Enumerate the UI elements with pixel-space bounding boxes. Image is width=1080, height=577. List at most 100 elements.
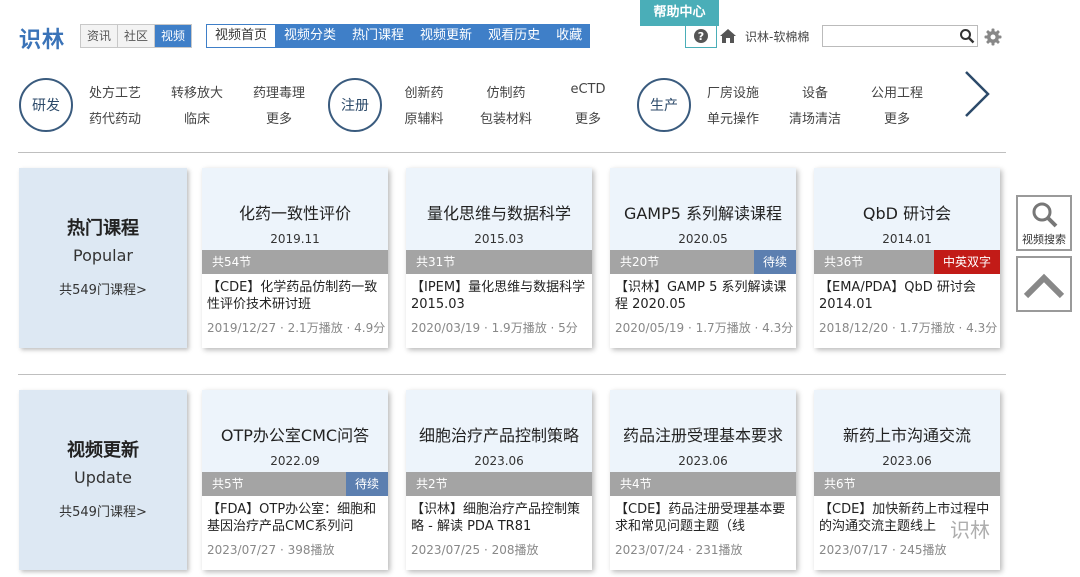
course-card[interactable]: 量化思维与数据科学 2015.03 共31节 【IPEM】量化思维与数据科学 2… [406, 168, 592, 348]
card-desc: 【IPEM】量化思维与数据科学 2015.03 [411, 280, 586, 312]
video-search-label: 视频搜索 [1022, 233, 1066, 246]
row-title-en: Update [74, 468, 132, 487]
nav-video-updates[interactable]: 视频更新 [412, 24, 480, 48]
search-input[interactable] [822, 25, 978, 47]
nav-video-home[interactable]: 视频首页 [206, 24, 277, 48]
course-card[interactable]: QbD 研讨会 2014.01 共36节 中英双字 【EMA/PDA】QbD 研… [814, 168, 1000, 348]
card-meta: 2019/12/27 · 2.1万播放 · 4.9分 [207, 321, 386, 335]
category-item[interactable]: 原辅料 [389, 108, 459, 127]
row-course-count-link[interactable]: 共549门课程> [19, 501, 187, 520]
magnifier-icon [1032, 202, 1058, 228]
card-thumb: 量化思维与数据科学 2015.03 [406, 168, 592, 250]
help-button[interactable]: ? [685, 24, 717, 48]
card-date: 2015.03 [474, 232, 524, 246]
card-title: OTP办公室CMC问答 [220, 426, 370, 445]
card-meta: 2018/12/20 · 1.7万播放 · 4.3分 [819, 321, 998, 335]
category-item[interactable]: 处方工艺 [80, 82, 150, 101]
help-center-tab[interactable]: 帮助中心 [640, 0, 719, 26]
course-card[interactable]: 药品注册受理基本要求 2023.06 共4节 【CDE】药品注册受理基本要求和常… [610, 390, 796, 570]
card-date: 2020.05 [678, 232, 728, 246]
course-card[interactable]: GAMP5 系列解读课程 2020.05 共20节 待续 【识林】GAMP 5 … [610, 168, 796, 348]
category-item[interactable]: 更多 [553, 108, 623, 127]
card-episode-count: 共54节 [212, 255, 252, 269]
card-date: 2022.09 [270, 454, 320, 468]
category-rnd[interactable]: 研发 [19, 78, 73, 132]
card-desc: 【识林】细胞治疗产品控制策略 - 解读 PDA TR81 [411, 502, 581, 534]
card-meta: 2023/07/27 · 398播放 [207, 543, 335, 557]
card-meta: 2020/03/19 · 1.9万播放 · 5分 [411, 321, 578, 335]
row-title: 热门课程 [67, 218, 139, 239]
card-bar: 共36节 中英双字 [814, 250, 1000, 274]
segment-video[interactable]: 视频 [155, 25, 192, 47]
card-desc: 【FDA】OTP办公室：细胞和基因治疗产品CMC系列问 [207, 502, 377, 534]
card-title: GAMP5 系列解读课程 [623, 204, 783, 223]
home-icon[interactable] [719, 27, 737, 45]
card-bar: 共4节 [610, 472, 796, 496]
category-item[interactable]: 更多 [862, 108, 932, 127]
category-item[interactable]: 设备 [780, 82, 850, 101]
category-item[interactable]: 药代药动 [80, 108, 150, 127]
category-item[interactable]: 清场清洁 [780, 108, 850, 127]
card-desc: 【识林】GAMP 5 系列解读课程 2020.05 [615, 280, 787, 312]
category-item[interactable]: 更多 [244, 108, 314, 127]
nav-watch-history[interactable]: 观看历史 [480, 24, 548, 48]
card-meta: 2023/07/25 · 208播放 [411, 543, 539, 557]
category-item[interactable]: 药理毒理 [244, 82, 314, 101]
segment-community[interactable]: 社区 [118, 25, 156, 47]
category-item[interactable]: 单元操作 [698, 108, 768, 127]
question-icon: ? [694, 29, 708, 43]
gear-icon[interactable] [984, 28, 1002, 46]
card-bar: 共20节 待续 [610, 250, 796, 274]
category-registration[interactable]: 注册 [328, 78, 382, 132]
category-item[interactable]: 临床 [162, 108, 232, 127]
row-label-popular: 热门课程 Popular 共549门课程> [19, 168, 187, 348]
divider [18, 152, 1006, 153]
card-bar: 共5节 待续 [202, 472, 388, 496]
card-episode-count: 共4节 [620, 477, 652, 491]
card-status-badge: 待续 [753, 250, 796, 274]
row-title-en: Popular [73, 246, 133, 265]
category-item[interactable]: eCTD [553, 82, 623, 97]
back-to-top-button[interactable] [1016, 256, 1072, 312]
card-date: 2023.06 [882, 454, 932, 468]
divider [18, 374, 1006, 375]
user-name[interactable]: 识林-软棉棉 [745, 28, 809, 45]
row-title: 视频更新 [67, 440, 139, 461]
course-card[interactable]: OTP办公室CMC问答 2022.09 共5节 待续 【FDA】OTP办公室：细… [202, 390, 388, 570]
nav-video-categories[interactable]: 视频分类 [276, 24, 344, 48]
card-bar: 共54节 [202, 250, 388, 274]
category-item[interactable]: 仿制药 [471, 82, 541, 101]
card-thumb: 新药上市沟通交流 2023.06 [814, 390, 1000, 472]
card-bar: 共2节 [406, 472, 592, 496]
card-meta: 2023/07/24 · 231播放 [615, 543, 743, 557]
chevron-right-icon[interactable] [960, 66, 996, 122]
row-label-update: 视频更新 Update 共549门课程> [19, 390, 187, 570]
card-date: 2019.11 [270, 232, 320, 246]
card-date: 2023.06 [678, 454, 728, 468]
card-episode-count: 共6节 [824, 477, 856, 491]
svg-text:?: ? [698, 30, 704, 43]
card-thumb: OTP办公室CMC问答 2022.09 [202, 390, 388, 472]
card-desc: 【CDE】药品注册受理基本要求和常见问题主题（线 [615, 502, 786, 534]
card-thumb: GAMP5 系列解读课程 2020.05 [610, 168, 796, 250]
course-card[interactable]: 新药上市沟通交流 2023.06 共6节 【CDE】加快新药上市过程中的沟通交流… [814, 390, 1000, 570]
course-card[interactable]: 化药一致性评价 2019.11 共54节 【CDE】化学药品仿制药一致性评价技术… [202, 168, 388, 348]
category-item[interactable]: 包装材料 [471, 108, 541, 127]
row-course-count-link[interactable]: 共549门课程> [19, 279, 187, 298]
search-icon[interactable] [959, 28, 975, 44]
course-card[interactable]: 细胞治疗产品控制策略 2023.06 共2节 【识林】细胞治疗产品控制策略 - … [406, 390, 592, 570]
segment-news[interactable]: 资讯 [81, 25, 119, 47]
category-production[interactable]: 生产 [637, 78, 691, 132]
category-item[interactable]: 厂房设施 [698, 82, 768, 101]
category-item[interactable]: 转移放大 [162, 82, 232, 101]
category-item[interactable]: 创新药 [389, 82, 459, 101]
category-item[interactable]: 公用工程 [862, 82, 932, 101]
nav-popular-courses[interactable]: 热门课程 [344, 24, 412, 48]
card-title: 细胞治疗产品控制策略 [418, 426, 579, 445]
site-logo[interactable]: 识林 [19, 22, 65, 54]
card-bar: 共6节 [814, 472, 1000, 496]
card-desc: 【CDE】化学药品仿制药一致性评价技术研讨班 [207, 280, 378, 312]
video-search-button[interactable]: 视频搜索 [1016, 195, 1072, 251]
card-status-badge: 待续 [345, 472, 388, 496]
nav-favorites[interactable]: 收藏 [548, 24, 590, 48]
